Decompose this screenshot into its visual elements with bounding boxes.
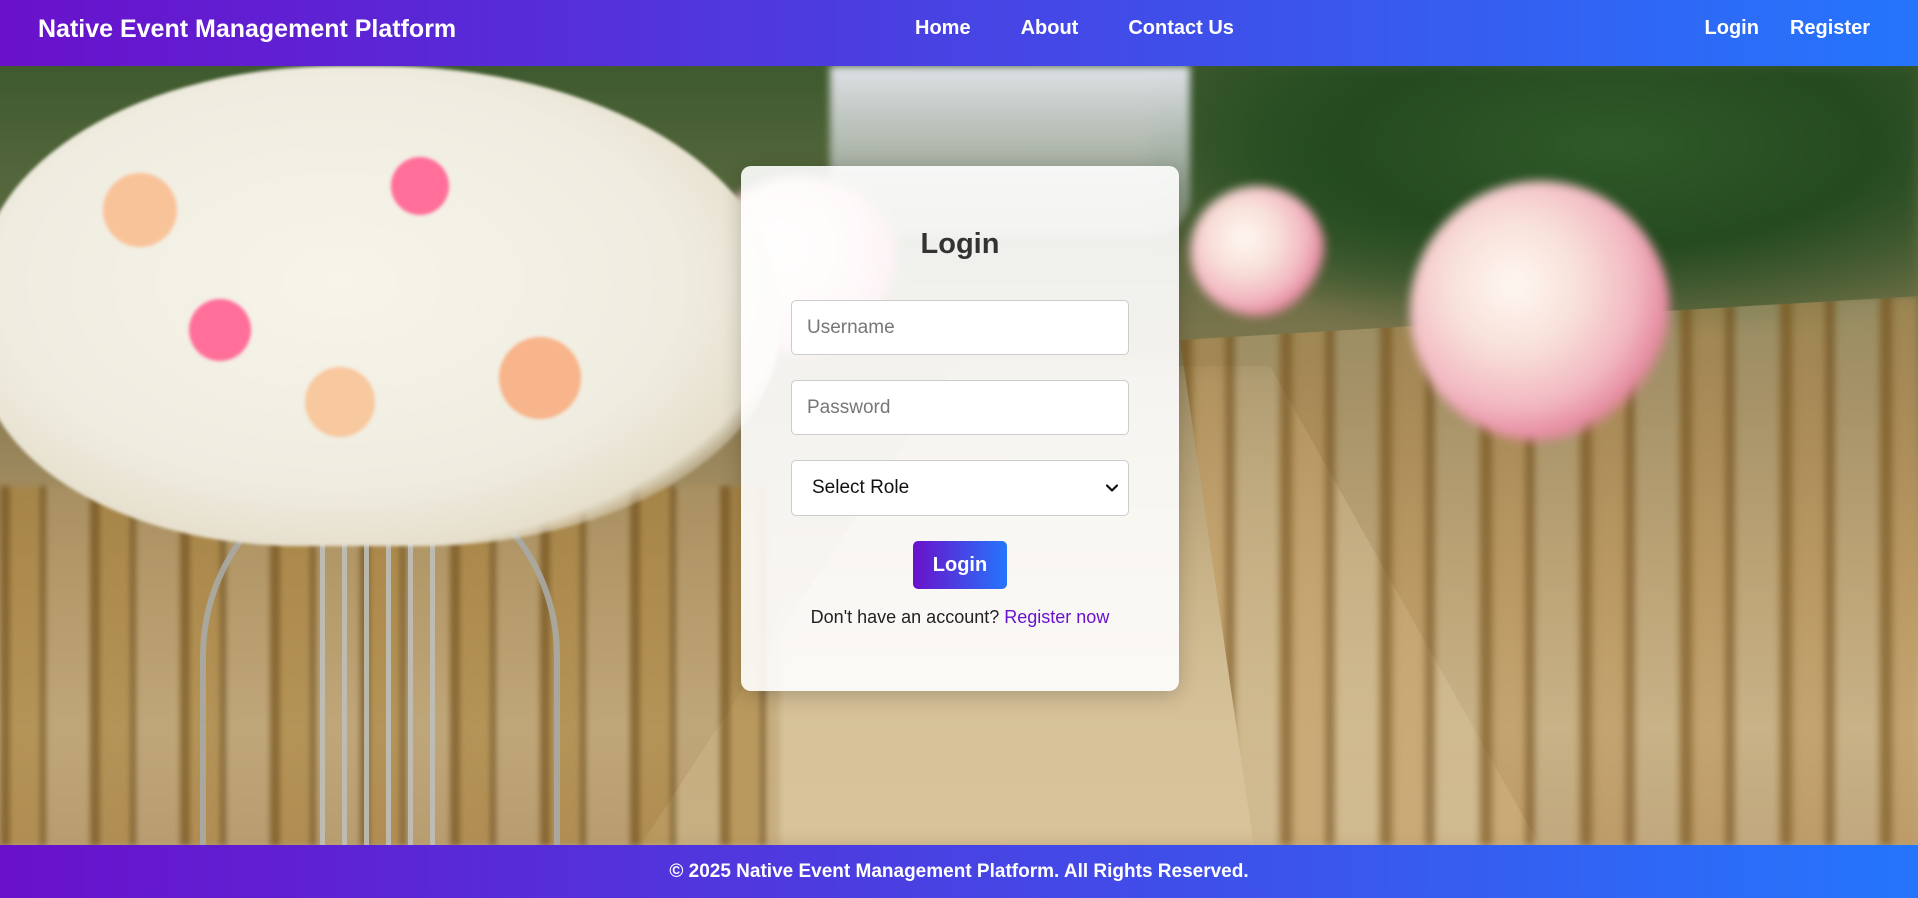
login-card: Login Select Role Login Don't have an ac… bbox=[741, 166, 1179, 691]
nav-link-login[interactable]: Login bbox=[1705, 17, 1759, 40]
password-input[interactable] bbox=[791, 380, 1129, 435]
signup-prompt-text: Don't have an account? bbox=[810, 607, 1000, 627]
login-submit-button[interactable]: Login bbox=[913, 541, 1007, 589]
nav-link-about[interactable]: About bbox=[1021, 17, 1079, 40]
chevron-down-icon bbox=[1105, 484, 1119, 492]
background-bouquet-small bbox=[1190, 186, 1325, 316]
signup-prompt: Don't have an account? Register now bbox=[741, 607, 1179, 628]
nav-link-home[interactable]: Home bbox=[915, 17, 971, 40]
username-input[interactable] bbox=[791, 300, 1129, 355]
footer-copyright: © 2025 Native Event Management Platform.… bbox=[669, 861, 1249, 882]
role-select[interactable]: Select Role bbox=[791, 460, 1129, 516]
login-heading: Login bbox=[920, 228, 1000, 260]
nav-auth-links: Login Register bbox=[1705, 17, 1870, 40]
nav-link-register[interactable]: Register bbox=[1790, 17, 1870, 40]
role-select-value: Select Role bbox=[812, 477, 910, 498]
page-footer: © 2025 Native Event Management Platform.… bbox=[0, 845, 1918, 898]
foreground-bouquet bbox=[0, 66, 780, 546]
nav-link-contact[interactable]: Contact Us bbox=[1128, 17, 1234, 40]
brand-title[interactable]: Native Event Management Platform bbox=[38, 15, 456, 44]
nav-center-links: Home About Contact Us bbox=[915, 17, 1234, 40]
top-navbar: Native Event Management Platform Home Ab… bbox=[0, 0, 1918, 66]
flower-stand-rods bbox=[320, 536, 440, 845]
background-bouquet-right bbox=[1410, 181, 1670, 441]
register-now-link[interactable]: Register now bbox=[1004, 607, 1109, 627]
